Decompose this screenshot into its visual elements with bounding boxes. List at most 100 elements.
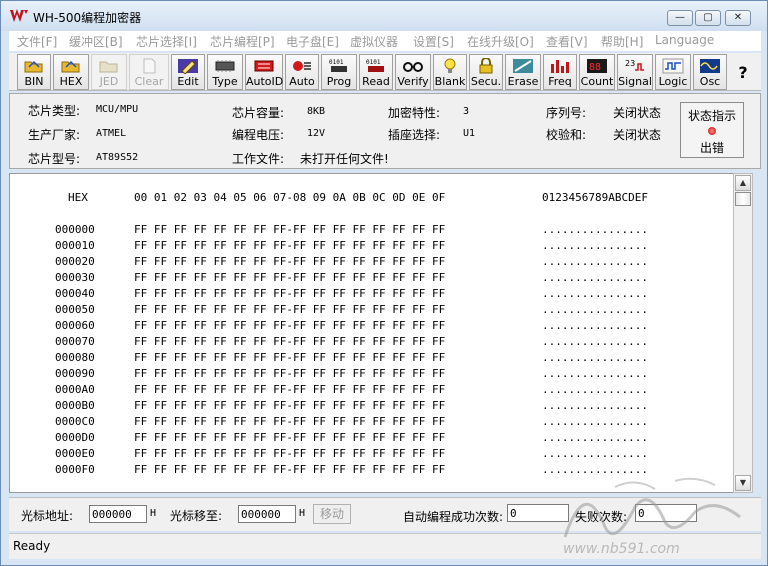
toolbar-bin-button[interactable]: BIN [17, 54, 51, 90]
toolbar-secu-button[interactable]: Secu. [469, 54, 503, 90]
toolbar-osc-button[interactable]: Osc [693, 54, 727, 90]
status-value: 出错 [699, 141, 724, 155]
pen-icon [178, 59, 198, 74]
hex-row-address: 000080 [55, 351, 95, 364]
menu-online-upgrade[interactable]: 在线升级[O] [467, 33, 534, 50]
hex-row-address: 000000 [55, 223, 95, 236]
toolbar-erase-label: Erase [507, 75, 539, 88]
menu-view[interactable]: 查看[V] [546, 33, 588, 50]
toolbar-bin-label: BIN [24, 75, 44, 88]
hex-row-address: 000040 [55, 287, 95, 300]
scroll-up-arrow-icon[interactable]: ▲ [735, 175, 751, 191]
hex-row-ascii: ................ [542, 319, 648, 332]
hex-row-ascii: ................ [542, 271, 648, 284]
toolbar-autoid-button[interactable]: AutoID [245, 54, 283, 90]
hex-row-bytes: FF FF FF FF FF FF FF FF-FF FF FF FF FF F… [134, 463, 446, 476]
chip-icon [215, 60, 235, 72]
cursor-move-h-suffix: H [299, 508, 306, 519]
toolbar-clear-button[interactable]: Clear [129, 54, 169, 90]
toolbar-type-button[interactable]: Type [207, 54, 243, 90]
toolbar-prog-label: Prog [326, 75, 352, 88]
toolbar-osc-label: Osc [699, 75, 721, 88]
toolbar-auto-button[interactable]: Auto [285, 54, 319, 90]
socket-label: 插座选择: [388, 128, 441, 142]
status-led-icon [708, 127, 716, 135]
signal-icon: 23 [625, 59, 644, 71]
toolbar-clear-label: Clear [134, 75, 164, 88]
toolbar-type-label: Type [212, 75, 238, 88]
toolbar-verify-button[interactable]: Verify [395, 54, 431, 90]
toolbar-jed-label: JED [99, 75, 119, 88]
toolbar-verify-label: Verify [397, 75, 429, 88]
manufacturer-label: 生产厂家: [28, 128, 81, 142]
binary-prog-icon: 0101 [329, 59, 347, 72]
toolbar-read-button[interactable]: 0101 Read [359, 54, 393, 90]
hex-row-ascii: ................ [542, 431, 648, 444]
toolbar-freq-button[interactable]: Freq [543, 54, 577, 90]
menu-buffer[interactable]: 缓冲区[B] [69, 33, 123, 50]
hex-row-ascii: ................ [542, 287, 648, 300]
bulb-icon [444, 58, 456, 73]
hex-row-ascii: ................ [542, 303, 648, 316]
menu-settings[interactable]: 设置[S] [413, 33, 454, 50]
toolbar-auto-label: Auto [289, 75, 315, 88]
menu-file[interactable]: 文件[F] [17, 33, 57, 50]
toolbar-signal-button[interactable]: 23 Signal [617, 54, 653, 90]
title-bar[interactable]: WH-500编程加密器 — ▢ ✕ [1, 1, 767, 31]
menu-chip-program[interactable]: 芯片编程[P] [210, 33, 275, 50]
toolbar-hex-button[interactable]: HEX [53, 54, 89, 90]
hex-header-columns: 00 01 02 03 04 05 06 07-08 09 0A 0B 0C 0… [134, 191, 446, 204]
menu-e-disk[interactable]: 电子盘[E] [286, 33, 339, 50]
cursor-move-label: 光标移至: [170, 509, 223, 523]
menu-language[interactable]: Language [655, 33, 714, 47]
toolbar-jed-button[interactable]: JED [91, 54, 127, 90]
glasses-icon [403, 62, 423, 72]
svg-text:0101: 0101 [366, 59, 381, 66]
toolbar-logic-button[interactable]: Logic [655, 54, 691, 90]
chip-type-label: 芯片类型: [28, 104, 81, 118]
menu-virtual-instrument[interactable]: 虚拟仪器 [350, 33, 398, 50]
maximize-button[interactable]: ▢ [695, 10, 721, 26]
toolbar-help-button[interactable]: ? [729, 54, 757, 90]
toolbar-erase-button[interactable]: Erase [505, 54, 541, 90]
hex-row-bytes: FF FF FF FF FF FF FF FF-FF FF FF FF FF F… [134, 431, 446, 444]
encrypt-value: 3 [463, 106, 470, 117]
toolbar-count-button[interactable]: 88 Count [579, 54, 615, 90]
toolbar-edit-button[interactable]: Edit [171, 54, 205, 90]
watermark-text: www.nb591.com [563, 541, 680, 557]
hex-row-bytes: FF FF FF FF FF FF FF FF-FF FF FF FF FF F… [134, 287, 446, 300]
binary-read-icon: 0101 [366, 59, 384, 72]
toolbar-blank-button[interactable]: Blank [433, 54, 467, 90]
oscilloscope-icon [700, 59, 720, 73]
hex-editor[interactable]: HEX 00 01 02 03 04 05 06 07-08 09 0A 0B … [9, 173, 753, 493]
folder-open-icon [24, 60, 43, 73]
serial-value: 关闭状态 [613, 106, 662, 120]
toolbar-prog-button[interactable]: 0101 Prog [321, 54, 357, 90]
voltage-value: 12V [307, 128, 326, 139]
hex-row-ascii: ................ [542, 335, 648, 348]
hex-row-address: 0000D0 [55, 431, 95, 444]
hex-row-bytes: FF FF FF FF FF FF FF FF-FF FF FF FF FF F… [134, 351, 446, 364]
freq-bars-icon [551, 60, 569, 73]
app-window: WH-500编程加密器 — ▢ ✕ 文件[F] 缓冲区[B] 芯片选择[I] 芯… [0, 0, 768, 566]
hex-ascii-header: 0123456789ABCDEF [542, 191, 648, 204]
menu-help[interactable]: 帮助[H] [601, 33, 643, 50]
chip-red-icon [254, 60, 274, 72]
scroll-thumb[interactable] [735, 192, 751, 206]
cursor-addr-field[interactable] [89, 505, 147, 523]
hex-row-bytes: FF FF FF FF FF FF FF FF-FF FF FF FF FF F… [134, 303, 446, 316]
chip-model-label: 芯片型号: [28, 152, 81, 166]
checksum-value: 关闭状态 [613, 128, 662, 142]
hex-row-ascii: ................ [542, 239, 648, 252]
hex-row-address: 000060 [55, 319, 95, 332]
svg-text:0101: 0101 [329, 59, 344, 66]
cursor-move-field[interactable] [238, 505, 296, 523]
move-button[interactable]: 移动 [313, 504, 351, 524]
close-button[interactable]: ✕ [725, 10, 751, 26]
toolbar-blank-label: Blank [434, 75, 466, 88]
minimize-button[interactable]: — [667, 10, 693, 26]
menu-chip-select[interactable]: 芯片选择[I] [136, 33, 197, 50]
svg-text:88: 88 [589, 62, 601, 73]
voltage-label: 编程电压: [232, 128, 285, 142]
vertical-scrollbar[interactable]: ▲ ▼ [733, 173, 753, 493]
